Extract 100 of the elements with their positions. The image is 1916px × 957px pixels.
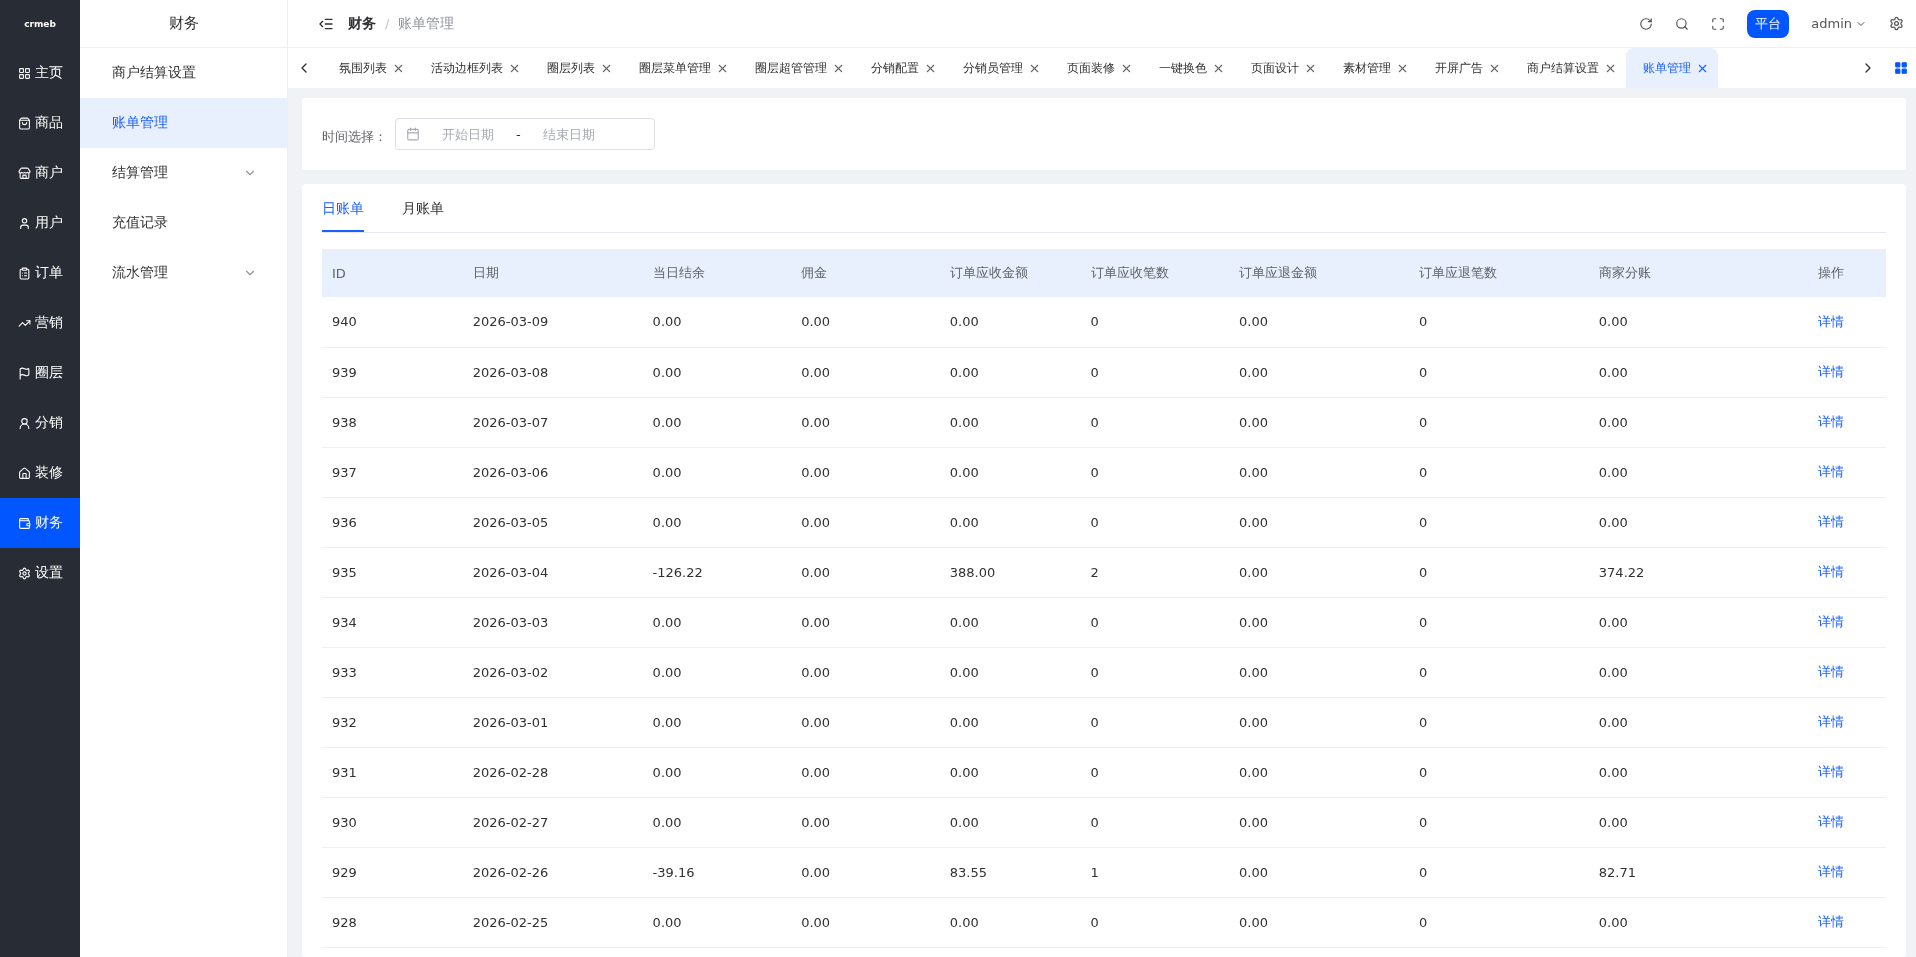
- table-cell: 2026-03-04: [462, 547, 643, 597]
- page-tab[interactable]: 圈层列表: [530, 48, 622, 88]
- nav-item[interactable]: 装修: [0, 448, 80, 498]
- user-menu[interactable]: admin: [1811, 16, 1867, 31]
- page-tab[interactable]: 活动边框列表: [414, 48, 530, 88]
- nav-item[interactable]: 营销: [0, 298, 80, 348]
- nav-label: 营销: [34, 314, 63, 332]
- refresh-icon[interactable]: [1639, 16, 1654, 31]
- table-cell: 2026-02-26: [462, 847, 643, 897]
- page-tab[interactable]: 一键换色: [1142, 48, 1234, 88]
- details-link[interactable]: 详情: [1817, 814, 1844, 829]
- nav-item[interactable]: 设置: [0, 548, 80, 598]
- table-cell: 83.55: [939, 847, 1081, 897]
- store-icon: [17, 166, 31, 180]
- nav-item[interactable]: 商品: [0, 98, 80, 148]
- breadcrumb-item: 账单管理: [398, 14, 455, 33]
- clipboard-icon: [17, 266, 31, 280]
- table-cell: 0.00: [1588, 747, 1808, 797]
- bill-tab[interactable]: 月账单: [402, 188, 444, 232]
- table-cell: 0.00: [1588, 597, 1808, 647]
- column-header: 操作: [1807, 249, 1886, 297]
- nav-item[interactable]: 分销: [0, 398, 80, 448]
- page-tab[interactable]: 圈层超管管理: [738, 48, 854, 88]
- table-cell: 0.00: [939, 497, 1081, 547]
- nav-label: 装修: [34, 464, 63, 482]
- fullscreen-icon[interactable]: [1711, 16, 1726, 31]
- page-tab[interactable]: 商户结算设置: [1510, 48, 1626, 88]
- table-cell: 0.00: [791, 397, 940, 447]
- nav-label: 商户: [34, 164, 63, 182]
- tab-label: 圈层列表: [547, 59, 595, 77]
- nav-item[interactable]: 订单: [0, 248, 80, 298]
- nav-item[interactable]: 用户: [0, 198, 80, 248]
- table-cell: 0.00: [939, 797, 1081, 847]
- table-cell: 938: [322, 397, 463, 447]
- details-link[interactable]: 详情: [1817, 914, 1844, 929]
- table-cell: 0.00: [791, 547, 940, 597]
- table-cell: 0.00: [1588, 347, 1808, 397]
- table-cell: 0: [1408, 597, 1589, 647]
- page-tab[interactable]: 账单管理: [1626, 48, 1718, 88]
- table-cell: 0.00: [1229, 897, 1409, 947]
- details-link[interactable]: 详情: [1817, 764, 1844, 779]
- nav-label: 商品: [34, 114, 63, 132]
- page-tab[interactable]: 分销员管理: [946, 48, 1050, 88]
- bill-tab[interactable]: 日账单: [322, 188, 364, 232]
- table-cell: 2026-02-28: [462, 747, 643, 797]
- submenu-item[interactable]: 账单管理: [80, 98, 287, 148]
- table-cell: 0.00: [1588, 897, 1808, 947]
- details-link[interactable]: 详情: [1817, 414, 1844, 429]
- page-tab[interactable]: 圈层菜单管理: [622, 48, 738, 88]
- page-tab[interactable]: 页面设计: [1234, 48, 1326, 88]
- settings-icon[interactable]: [1889, 16, 1904, 31]
- page-tab[interactable]: 开屏广告: [1418, 48, 1510, 88]
- table-cell: 0: [1080, 897, 1230, 947]
- search-icon[interactable]: [1675, 16, 1690, 31]
- tab-label: 分销员管理: [963, 59, 1023, 77]
- nav-label: 设置: [34, 564, 63, 582]
- details-link[interactable]: 详情: [1817, 464, 1844, 479]
- table-cell: -126.22: [642, 547, 792, 597]
- nav-item[interactable]: 商户: [0, 148, 80, 198]
- date-range-field[interactable]: 开始日期 - 结束日期: [395, 118, 655, 150]
- nav-item[interactable]: 财务: [0, 498, 80, 548]
- tab-label: 活动边框列表: [431, 59, 503, 77]
- details-link[interactable]: 详情: [1817, 364, 1844, 379]
- table-cell: 0: [1080, 597, 1230, 647]
- table-cell: 0.00: [1229, 397, 1409, 447]
- details-link[interactable]: 详情: [1817, 614, 1844, 629]
- table-cell: 0: [1408, 797, 1589, 847]
- breadcrumb-item[interactable]: 财务: [348, 14, 376, 33]
- table-cell: 937: [322, 447, 463, 497]
- page-tab[interactable]: 氛围列表: [322, 48, 414, 88]
- details-link[interactable]: 详情: [1817, 864, 1844, 879]
- tab-label: 页面装修: [1067, 59, 1115, 77]
- nav-item[interactable]: 主页: [0, 48, 80, 98]
- details-link[interactable]: 详情: [1817, 514, 1844, 529]
- platform-button[interactable]: 平台: [1747, 9, 1790, 38]
- table-cell: 0.00: [642, 497, 792, 547]
- table-cell: 934: [322, 597, 463, 647]
- table-cell: 0.00: [791, 297, 940, 347]
- page-tab[interactable]: 素材管理: [1326, 48, 1418, 88]
- table-cell: 0.00: [939, 897, 1081, 947]
- table-cell: 0.00: [1229, 597, 1409, 647]
- table-cell: 0: [1408, 547, 1589, 597]
- table-cell: 0.00: [642, 897, 792, 947]
- tab-label: 一键换色: [1159, 59, 1207, 77]
- table-cell: 0: [1408, 497, 1589, 547]
- submenu-label: 账单管理: [112, 114, 168, 132]
- grid-icon[interactable]: [1894, 61, 1908, 75]
- page-tab[interactable]: 页面装修: [1050, 48, 1142, 88]
- page-tab[interactable]: 分销配置: [854, 48, 946, 88]
- details-link[interactable]: 详情: [1817, 313, 1844, 329]
- nav-label: 分销: [34, 414, 63, 432]
- table-cell: 0.00: [642, 647, 792, 697]
- table-cell: 0: [1408, 847, 1589, 897]
- table-cell: 0.00: [939, 297, 1081, 347]
- details-link[interactable]: 详情: [1817, 714, 1844, 729]
- table-cell: 0.00: [791, 647, 940, 697]
- details-link[interactable]: 详情: [1817, 564, 1844, 579]
- table-cell: 0.00: [939, 697, 1081, 747]
- nav-item[interactable]: 圈层: [0, 348, 80, 398]
- details-link[interactable]: 详情: [1817, 664, 1844, 679]
